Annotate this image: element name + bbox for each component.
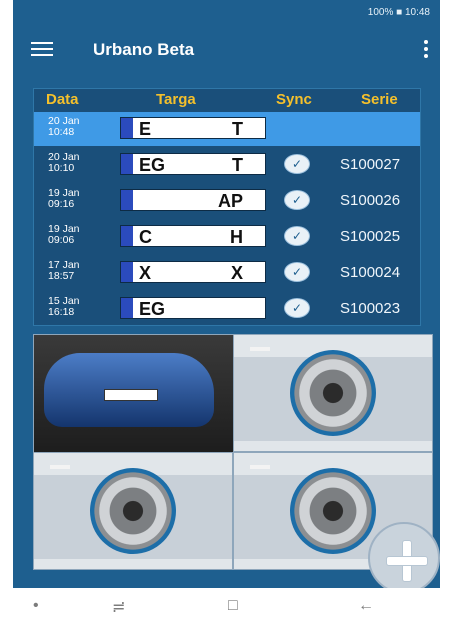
status-text: 100% ■ 10:48 bbox=[367, 6, 430, 18]
more-options-icon[interactable] bbox=[424, 40, 428, 61]
app-title: Urbano Beta bbox=[93, 40, 195, 59]
app-screen: 100% ■ 10:48 Urbano Beta Data Targa Sync… bbox=[13, 0, 440, 621]
photo-slot-1[interactable] bbox=[33, 334, 234, 453]
row-date: 20 Jan 10:10 bbox=[48, 151, 80, 174]
sync-check-icon: ✓ bbox=[284, 190, 310, 210]
nav-dot-icon[interactable]: • bbox=[33, 597, 39, 615]
row-date: 20 Jan 10:48 bbox=[48, 115, 80, 138]
table-row[interactable]: 20 Jan 10:48 ET bbox=[34, 112, 420, 146]
header-targa: Targa bbox=[156, 91, 196, 108]
row-serie: S100023 bbox=[340, 300, 401, 317]
sync-check-icon: ✓ bbox=[284, 226, 310, 246]
table-header: Data Targa Sync Serie bbox=[34, 89, 420, 111]
app-bar: Urbano Beta bbox=[13, 24, 440, 76]
tab-indicator bbox=[50, 465, 70, 469]
table-row[interactable]: 17 Jan 18:57 XX ✓ S100024 bbox=[34, 256, 420, 290]
plus-icon bbox=[386, 540, 428, 582]
row-serie: S100025 bbox=[340, 228, 401, 245]
row-date: 17 Jan 18:57 bbox=[48, 259, 80, 282]
license-plate: AP bbox=[120, 189, 266, 211]
row-serie: S100026 bbox=[340, 192, 401, 209]
row-date: 19 Jan 09:16 bbox=[48, 187, 80, 210]
license-plate: EG bbox=[120, 297, 266, 319]
android-nav-bar: • ≓ □ ← bbox=[0, 588, 453, 621]
home-button[interactable]: □ bbox=[228, 597, 238, 615]
header-serie: Serie bbox=[361, 91, 398, 108]
header-sync: Sync bbox=[276, 91, 312, 108]
camera-lens-icon[interactable] bbox=[290, 350, 376, 436]
row-serie: S100027 bbox=[340, 156, 401, 173]
table-row[interactable]: 19 Jan 09:06 CH ✓ S100025 bbox=[34, 220, 420, 254]
sync-check-icon: ✓ bbox=[284, 262, 310, 282]
license-plate: EG T bbox=[120, 153, 266, 175]
row-serie: S100024 bbox=[340, 264, 401, 281]
back-button[interactable]: ← bbox=[358, 597, 374, 615]
table-row[interactable]: 20 Jan 10:10 EG T ✓ S100027 bbox=[34, 148, 420, 182]
license-plate: CH bbox=[120, 225, 266, 247]
header-data: Data bbox=[46, 91, 79, 108]
recent-apps-icon[interactable]: ≓ bbox=[112, 597, 125, 617]
sync-check-icon: ✓ bbox=[284, 154, 310, 174]
status-bar: 100% ■ 10:48 bbox=[13, 0, 440, 24]
license-plate: ET bbox=[120, 117, 266, 139]
menu-icon[interactable] bbox=[31, 42, 53, 56]
readings-table: Data Targa Sync Serie 20 Jan 10:48 ET 20 … bbox=[33, 88, 421, 326]
add-button[interactable] bbox=[368, 522, 440, 594]
row-date: 19 Jan 09:06 bbox=[48, 223, 80, 246]
tab-indicator bbox=[250, 347, 270, 351]
photo-slot-2[interactable] bbox=[233, 334, 433, 452]
camera-lens-icon[interactable] bbox=[90, 468, 176, 554]
table-row[interactable]: 15 Jan 16:18 EG ✓ S100023 bbox=[34, 292, 420, 326]
row-date: 15 Jan 16:18 bbox=[48, 295, 80, 318]
camera-lens-icon[interactable] bbox=[290, 468, 376, 554]
license-plate: XX bbox=[120, 261, 266, 283]
tab-indicator bbox=[250, 465, 270, 469]
photo-grid bbox=[33, 334, 433, 570]
table-row[interactable]: 19 Jan 09:16 AP ✓ S100026 bbox=[34, 184, 420, 218]
vehicle-photo[interactable] bbox=[34, 335, 234, 453]
photo-slot-3[interactable] bbox=[33, 452, 233, 570]
sync-check-icon: ✓ bbox=[284, 298, 310, 318]
